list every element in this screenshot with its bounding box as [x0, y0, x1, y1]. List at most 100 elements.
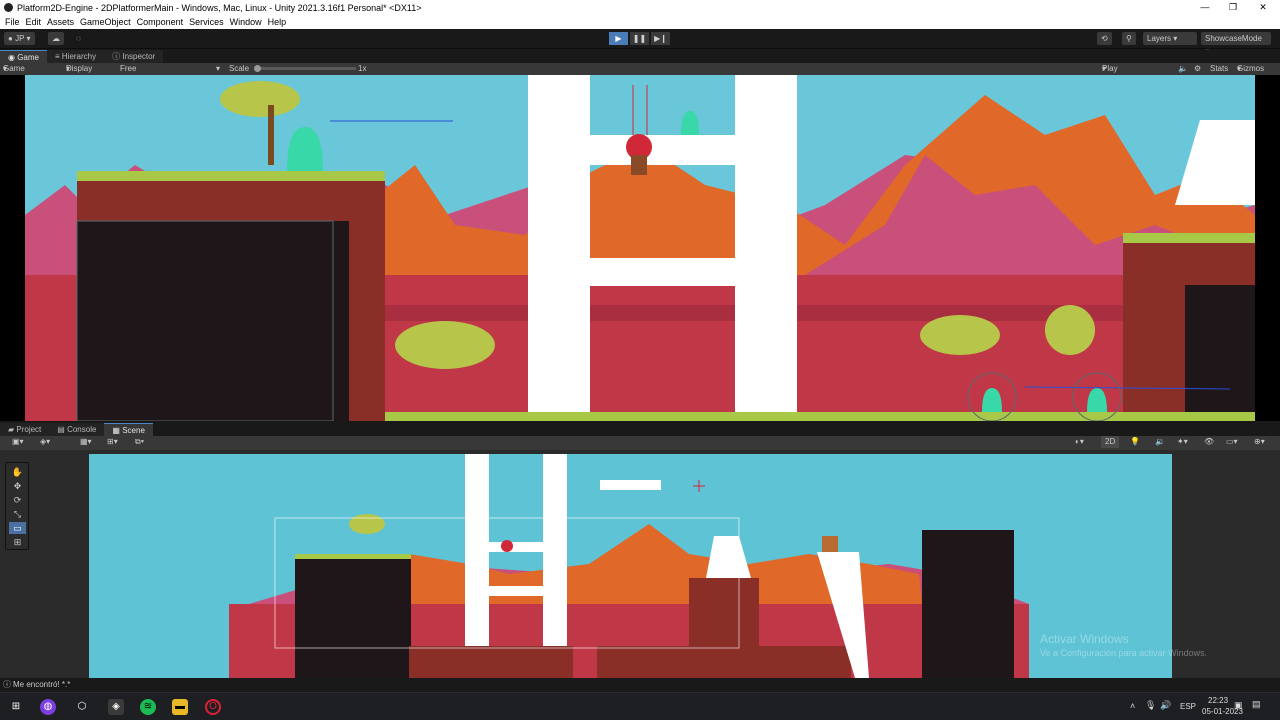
game-canvas[interactable]	[25, 75, 1255, 421]
layers-dropdown[interactable]: Layers ▾	[1143, 32, 1197, 45]
effects-icon[interactable]: ✦▾	[1177, 436, 1188, 448]
clock-time[interactable]: 22:23	[1208, 696, 1228, 705]
status-message[interactable]: Me encontró! *.*	[13, 678, 70, 692]
menu-edit[interactable]: Edit	[26, 17, 42, 27]
tab-inspector[interactable]: ⓘ Inspector	[104, 50, 164, 63]
lighting-icon[interactable]: 💡	[1130, 436, 1140, 448]
language-indicator[interactable]: ESP	[1180, 702, 1196, 711]
tab-project-label: Project	[16, 425, 42, 434]
tab-console[interactable]: ▤ Console	[49, 423, 105, 436]
scene-pillar-2	[543, 454, 567, 646]
step-button[interactable]: ▶❙	[651, 32, 670, 45]
pause-button[interactable]: ❚❚	[630, 32, 649, 45]
maximize-icon[interactable]: ❐	[1218, 0, 1248, 15]
collab-icon[interactable]: ◌	[72, 32, 85, 45]
unity-editor-icon[interactable]: ◈	[108, 699, 124, 715]
menu-assets[interactable]: Assets	[47, 17, 74, 27]
tab-scene[interactable]: ▦ Scene	[104, 423, 153, 436]
shading-icon[interactable]: ◐▾	[1075, 436, 1084, 448]
tree-far-right-foliage	[1045, 305, 1095, 355]
scene-ledge-2	[489, 586, 543, 596]
bottom-tab-row: ▰ Project ▤ Console ▦ Scene	[0, 423, 1280, 436]
draw-mode-icon[interactable]: ▣▾	[12, 436, 24, 448]
search-icon[interactable]: ⚲	[1122, 32, 1136, 45]
microphone-icon[interactable]: 🎙	[1145, 700, 1156, 711]
account-dropdown[interactable]: ● JP ▾	[4, 32, 35, 45]
menu-services[interactable]: Services	[189, 17, 224, 27]
visibility-icon[interactable]: 👁	[1204, 436, 1214, 448]
gizmo-icon[interactable]: ⊕▾	[1254, 436, 1265, 448]
hierarchy-icon: ≡	[55, 52, 62, 61]
taskbar-app-icon[interactable]: ▣	[1234, 700, 1243, 711]
scene-left-block-grass	[295, 554, 411, 559]
unity-logo-icon	[4, 3, 13, 12]
game-mode-dropdown[interactable]: Game ▾	[3, 63, 25, 75]
twitch-icon[interactable]: ◍	[40, 699, 56, 715]
white-pillar-left	[528, 75, 590, 421]
slime-enemy-top	[681, 111, 699, 135]
chevron-up-icon[interactable]: ˄	[1130, 701, 1135, 711]
gizmos-toggle[interactable]: Gizmos ▾	[1237, 63, 1264, 75]
status-bar: ⓘ Me encontró! *.*	[0, 678, 1280, 692]
minimize-icon[interactable]: —	[1190, 0, 1220, 15]
account-label: JP	[15, 34, 25, 43]
game-scene-art	[25, 75, 1255, 421]
menu-gameobject[interactable]: GameObject	[80, 17, 131, 27]
aspect-chevron-icon[interactable]: ▾	[216, 63, 220, 75]
cloud-icon[interactable]: ☁	[48, 32, 64, 45]
windows-start-icon[interactable]: ⊞	[8, 699, 24, 715]
scene-canvas[interactable]	[89, 454, 1172, 678]
rect-tool-icon[interactable]: ▭	[9, 522, 26, 534]
tree-mid-foliage	[395, 321, 495, 369]
menu-window[interactable]: Window	[230, 17, 262, 27]
move-tool-icon[interactable]: ✥	[9, 480, 26, 492]
scale-slider[interactable]	[256, 67, 356, 70]
left-platform-dark	[77, 221, 349, 421]
transform-tool-icon[interactable]: ⊞	[9, 536, 26, 548]
tool-palette: ✋ ✥ ⟳ ⤡ ▭ ⊞	[5, 462, 29, 550]
audio-toggle-icon[interactable]: 🔉	[1155, 436, 1165, 448]
opera-icon[interactable]: O	[205, 699, 221, 715]
menu-help[interactable]: Help	[268, 17, 287, 27]
scene-control-bar: ▣▾ ◈▾ ▦▾ ⊞▾ ⧉▾ ◐▾ 2D 💡 🔉 ✦▾ 👁 ▭▾ ⊕▾	[0, 436, 1280, 450]
scale-tool-icon[interactable]: ⤡	[9, 508, 26, 520]
scene-grid-icon: ▦	[112, 426, 123, 435]
stats-toggle[interactable]: Stats	[1210, 63, 1228, 75]
scale-slider-handle[interactable]	[254, 65, 261, 72]
toggle-2d-button[interactable]: 2D	[1101, 436, 1120, 448]
rotate-tool-icon[interactable]: ⟳	[9, 494, 26, 506]
bottom-grass	[385, 412, 1255, 421]
menu-bar: File Edit Assets GameObject Component Se…	[0, 15, 1280, 29]
info-icon: ⓘ	[112, 52, 123, 61]
overlay-icon[interactable]: ⧉▾	[135, 436, 144, 448]
white-slope	[1175, 120, 1255, 205]
increment-snap-icon[interactable]: ⊞▾	[107, 436, 118, 448]
menu-component[interactable]: Component	[137, 17, 184, 27]
menu-file[interactable]: File	[5, 17, 20, 27]
audio-icon[interactable]: 🔈	[1178, 63, 1188, 75]
white-ledge-top	[590, 135, 735, 165]
scene-dark-tower	[922, 530, 1014, 678]
file-explorer-icon[interactable]: ▬	[172, 699, 188, 715]
volume-icon[interactable]: 🔊	[1160, 700, 1171, 711]
hand-tool-icon[interactable]: ✋	[9, 466, 26, 478]
camera-icon[interactable]: ▭▾	[1226, 436, 1238, 448]
display-dropdown[interactable]: Display 1 ▾	[66, 63, 92, 85]
window-title-bar: Platform2D-Engine - 2DPlatformerMain - W…	[0, 0, 1280, 15]
tab-console-label: Console	[67, 425, 97, 434]
right-platform-dark	[1185, 285, 1255, 421]
tab-project[interactable]: ▰ Project	[0, 423, 50, 436]
spotify-icon[interactable]: ≋	[140, 699, 156, 715]
render-mode-icon[interactable]: ◈▾	[40, 436, 50, 448]
notification-icon[interactable]: ▤	[1252, 699, 1261, 710]
layout-dropdown[interactable]: ShowcaseMode ▾	[1201, 32, 1271, 56]
history-icon[interactable]: ⟲	[1097, 32, 1112, 45]
close-icon[interactable]: ✕	[1248, 0, 1278, 15]
play-button[interactable]: ▶	[609, 32, 628, 45]
settings-icon[interactable]: ⚙	[1194, 63, 1201, 75]
tab-game[interactable]: ◉ Game	[0, 50, 47, 63]
unity-hub-icon[interactable]: ⬡	[74, 699, 90, 715]
grid-snap-icon[interactable]: ▦▾	[80, 436, 92, 448]
play-focused-dropdown[interactable]: Play Focused ▾	[1102, 63, 1133, 85]
tab-hierarchy[interactable]: ≡ Hierarchy	[47, 50, 105, 63]
